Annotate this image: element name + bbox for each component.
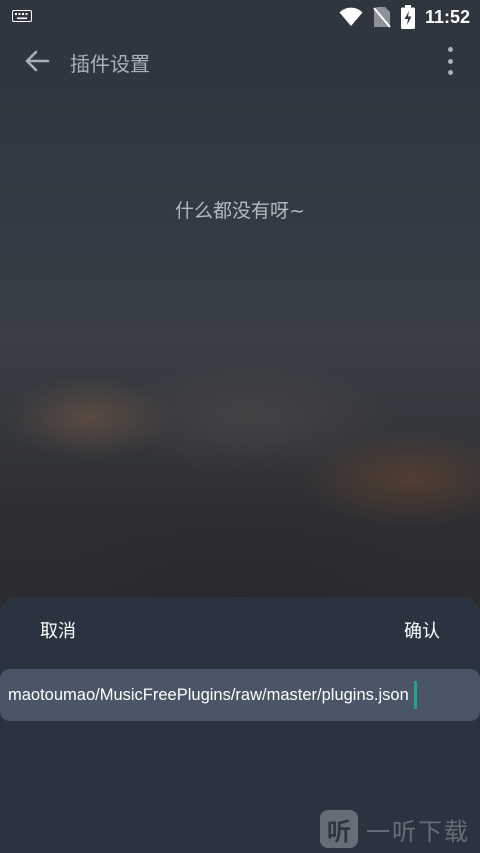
confirm-button[interactable]: 确认 [404, 617, 440, 643]
keyboard-icon [12, 10, 32, 22]
status-bar: 11:52 [0, 0, 480, 34]
watermark: 听 一听下载 [320, 810, 470, 848]
watermark-text: 一听下载 [366, 817, 470, 846]
app-bar: 插件设置 [0, 34, 480, 88]
screen: 11:52 插件设置 什么都没有呀~ 取消 确认 maotoumao/Music… [0, 0, 480, 853]
back-button[interactable] [20, 45, 54, 77]
cancel-button[interactable]: 取消 [40, 617, 76, 643]
empty-state-text: 什么都没有呀~ [175, 200, 305, 222]
page-title: 插件设置 [70, 52, 150, 76]
battery-charging-icon [400, 5, 415, 29]
plugin-url-input[interactable]: maotoumao/MusicFreePlugins/raw/master/pl… [0, 669, 480, 721]
text-caret [413, 681, 417, 709]
clock: 11:52 [424, 6, 470, 27]
more-options-button[interactable] [444, 47, 456, 75]
more-vertical-icon-dot [447, 58, 453, 64]
more-vertical-icon-dot [447, 47, 453, 52]
arrow-left-icon [25, 50, 50, 72]
wifi-icon [339, 7, 363, 26]
more-vertical-icon-dot [447, 70, 453, 75]
no-sim-icon [373, 7, 391, 28]
plugin-url-value: maotoumao/MusicFreePlugins/raw/master/pl… [8, 685, 409, 704]
blurred-background [0, 88, 480, 628]
watermark-logo: 听 [320, 810, 358, 848]
status-icons: 11:52 [339, 0, 470, 34]
